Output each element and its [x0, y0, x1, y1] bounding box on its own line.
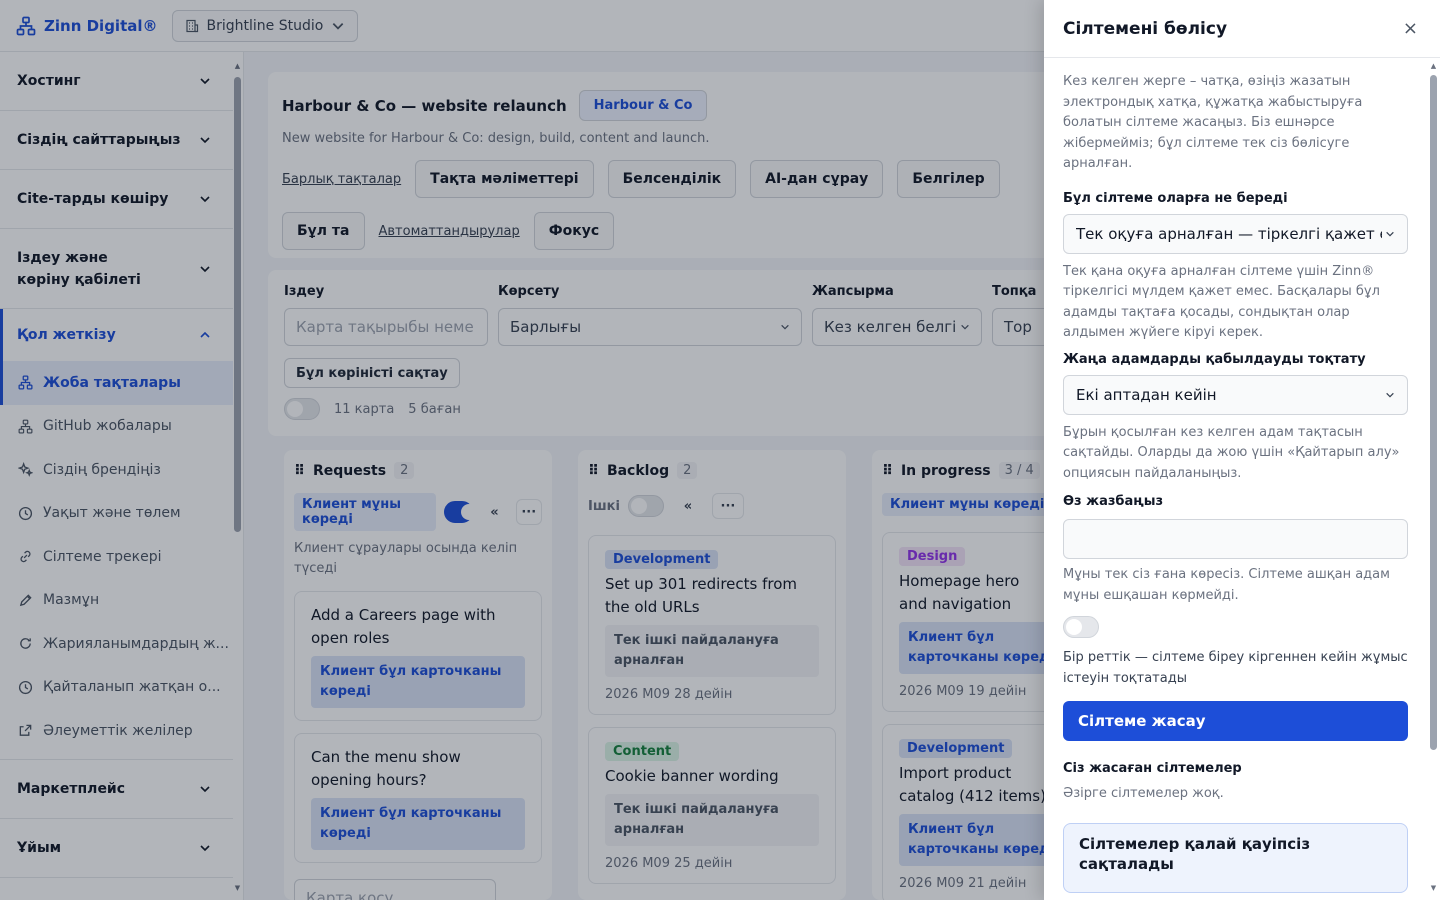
- note-label: Өз жазбаңыз: [1063, 494, 1164, 509]
- note-input[interactable]: [1063, 519, 1408, 559]
- scroll-thumb[interactable]: [1430, 75, 1437, 750]
- stop-help: Бұрын қосылған кез келген адам тақтасын …: [1063, 424, 1400, 481]
- one-use-toggle[interactable]: [1063, 616, 1099, 638]
- panel-intro: Кез келген жерге – чатқа, өзіңіз жазатын…: [1063, 74, 1363, 171]
- share-link-panel: Сілтемені бөлісу × Кез келген жерге – чат…: [1044, 0, 1440, 900]
- scroll-up-arrow[interactable]: ▲: [1429, 62, 1438, 70]
- grant-select[interactable]: Тек оқуға арналған — тіркелгі қажет ем: [1063, 213, 1408, 254]
- panel-title: Сілтемені бөлісу: [1063, 18, 1228, 39]
- stop-value: Екі аптадан кейін: [1076, 385, 1217, 404]
- links-label: Сіз жасаған сілтемелер: [1063, 761, 1242, 776]
- note-help: Мұны тек сіз ғана көресіз. Сілтеме ашқан…: [1063, 567, 1390, 603]
- links-empty: Әзірге сілтемелер жоқ.: [1063, 786, 1224, 801]
- panel-scrollbar[interactable]: ▲ ▼: [1429, 62, 1438, 892]
- chevron-down-icon: [1386, 392, 1394, 398]
- close-icon[interactable]: ×: [1403, 18, 1418, 39]
- grant-value: Тек оқуға арналған — тіркелгі қажет ем: [1076, 224, 1382, 243]
- scroll-down-arrow[interactable]: ▼: [1429, 884, 1438, 892]
- create-link-button[interactable]: Сілтеме жасау: [1063, 701, 1408, 741]
- stop-label: Жаңа адамдарды қабылдауды тоқтату: [1063, 351, 1366, 367]
- chevron-down-icon: [1386, 231, 1394, 237]
- one-use-label: Бір реттік — сілтеме біреу кіргеннен кей…: [1063, 650, 1408, 686]
- grant-help: Тек қана оқуға арналған сілтеме үшін Zin…: [1063, 263, 1380, 341]
- grant-label: Бұл сілтеме оларға не береді: [1063, 190, 1288, 206]
- stop-select[interactable]: Екі аптадан кейін: [1063, 374, 1408, 415]
- modal-backdrop[interactable]: [0, 0, 1044, 900]
- safety-info-box[interactable]: Сілтемелер қалай қауіпсіз сақталады: [1063, 822, 1408, 893]
